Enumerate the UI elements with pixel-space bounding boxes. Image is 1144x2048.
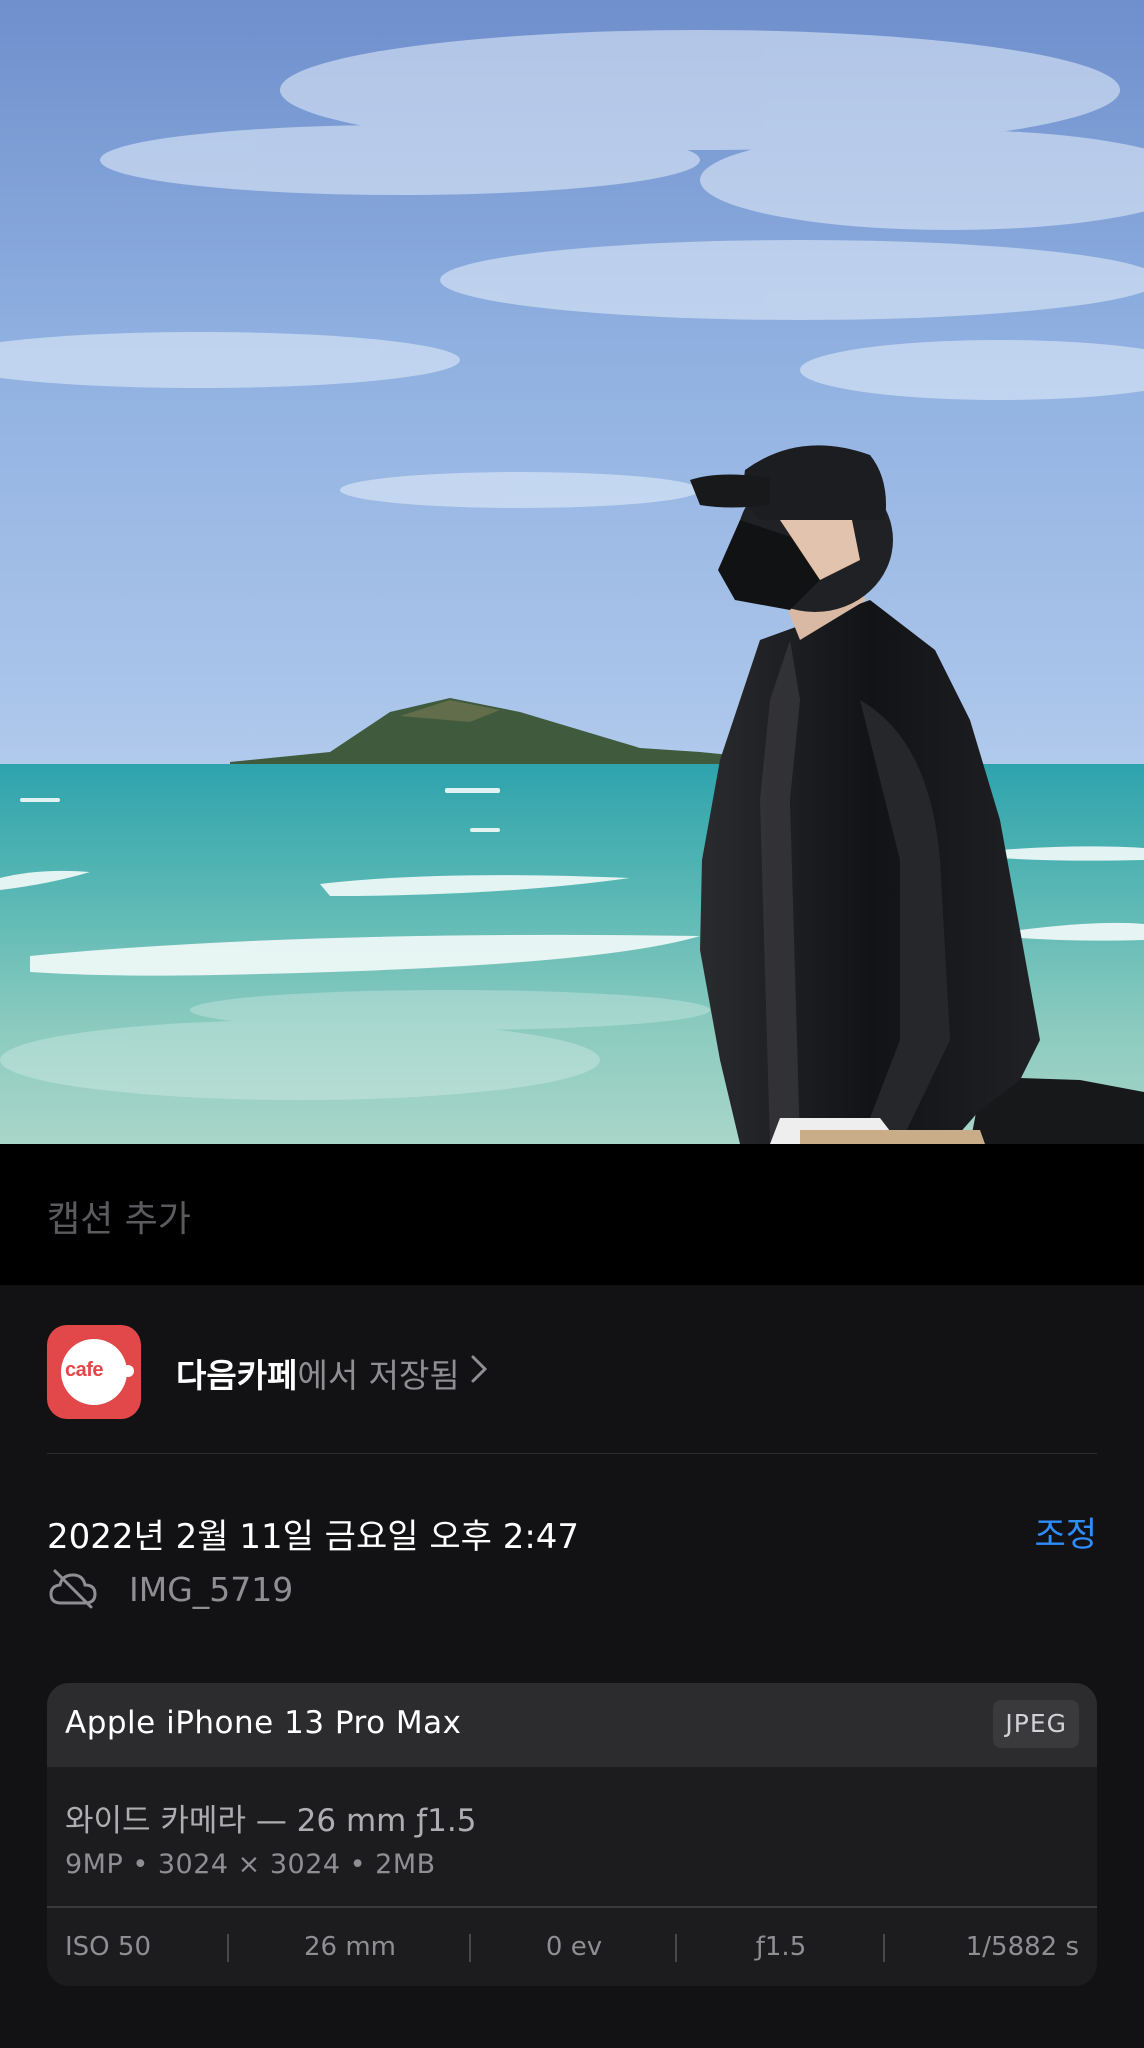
chevron-right-icon — [470, 1354, 488, 1392]
photo-image — [0, 30, 1144, 1144]
app-icon-text: cafe — [65, 1359, 104, 1381]
device-name: Apple iPhone 13 Pro Max — [65, 1705, 462, 1741]
exif-values-row: ISO 50 26 mm 0 ev ƒ1.5 1/5882 s — [47, 1908, 1097, 1986]
exif-card-header: Apple iPhone 13 Pro Max JPEG — [47, 1683, 1097, 1767]
caption-input[interactable]: 캡션 추가 — [47, 1190, 191, 1242]
caption-area[interactable]: 캡션 추가 — [0, 1144, 1144, 1285]
info-panel: cafe 다음카페 에서 저장됨 2022년 2월 11일 금요일 오후 2:4… — [0, 1285, 1144, 2048]
lens-info: 와이드 카메라 — 26 mm ƒ1.5 — [65, 1803, 477, 1839]
source-app-name: 다음카페 — [176, 1356, 298, 1395]
divider — [47, 1453, 1097, 1454]
exif-exposure: 0 ev — [471, 1908, 677, 1986]
daum-cafe-app-icon[interactable]: cafe — [47, 1325, 141, 1419]
file-row: IMG_5719 — [47, 1567, 293, 1611]
exif-iso: ISO 50 — [47, 1908, 229, 1986]
saved-from-link[interactable]: 다음카페 에서 저장됨 — [176, 1349, 488, 1397]
source-suffix: 에서 저장됨 — [297, 1356, 460, 1395]
adjust-button[interactable]: 조정 — [1034, 1507, 1097, 1556]
exif-shutter: 1/5882 s — [965, 1932, 1079, 1962]
photo-datetime: 2022년 2월 11일 금요일 오후 2:47 — [47, 1517, 580, 1557]
format-badge: JPEG — [993, 1700, 1079, 1748]
exif-aperture: ƒ1.5 — [677, 1908, 885, 1986]
photo-viewer[interactable] — [0, 0, 1144, 1144]
exif-card: Apple iPhone 13 Pro Max JPEG 와이드 카메라 — 2… — [47, 1683, 1097, 1986]
cup-handle-shape — [122, 1365, 134, 1377]
image-specs: 9MP • 3024 × 3024 • 2MB — [65, 1849, 436, 1880]
file-name: IMG_5719 — [129, 1569, 294, 1609]
cloud-slash-icon — [49, 1569, 97, 1609]
app-icon-badge: cafe — [61, 1339, 134, 1405]
exif-focal-length: 26 mm — [229, 1908, 471, 1986]
